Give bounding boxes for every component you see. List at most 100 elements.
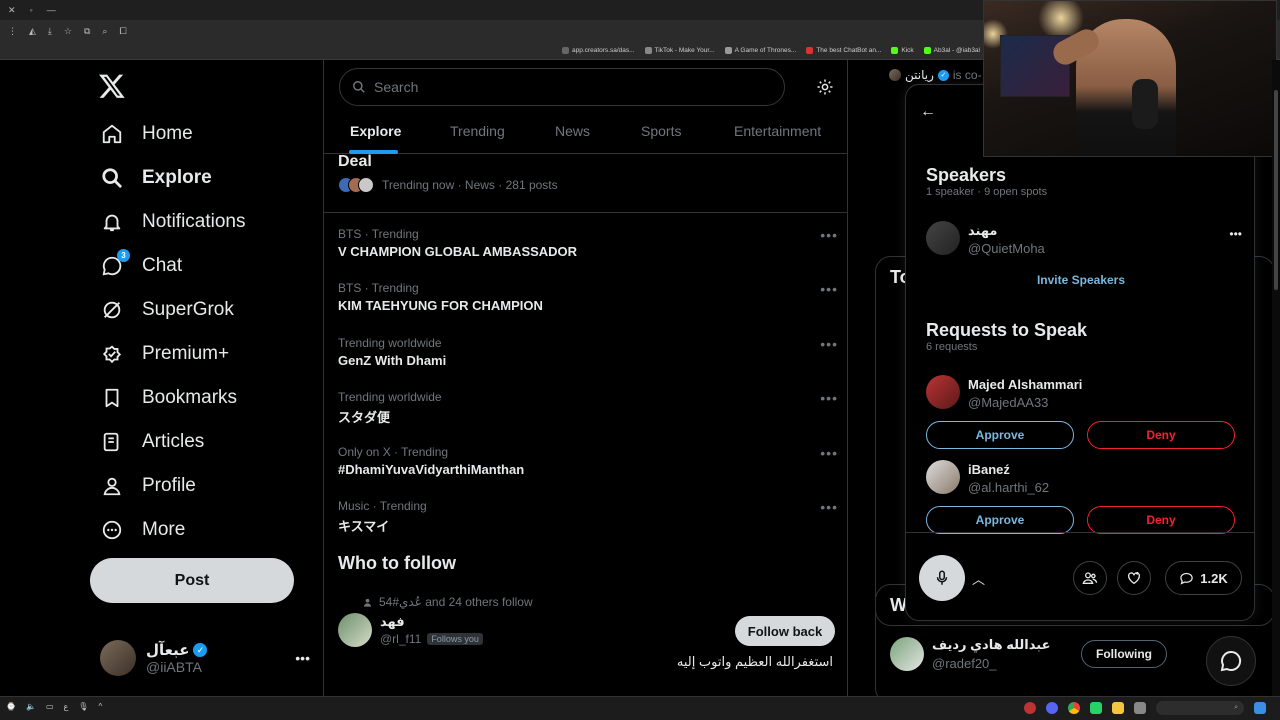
trend-item[interactable]: BTS · Trending KIM TAEHYUNG FOR CHAMPION… <box>338 281 838 313</box>
bookmark-item[interactable]: TikTok - Make Your... <box>644 47 715 54</box>
suggestion-bio: استغفرالله العظيم واتوب إليه <box>676 654 833 669</box>
discord-icon[interactable] <box>1046 702 1058 714</box>
volume-icon[interactable]: 🔈 <box>26 702 36 711</box>
deny-button[interactable]: Deny <box>1087 421 1235 449</box>
download-icon[interactable]: ⤓ <box>48 26 52 37</box>
nav-notifications[interactable]: Notifications <box>100 202 246 242</box>
bookmark-item[interactable]: The best ChatBot an... <box>806 47 881 54</box>
gear-icon[interactable] <box>816 78 834 96</box>
more-icon[interactable]: ••• <box>820 499 838 515</box>
bookmark-item[interactable]: app.creators.sa/das... <box>562 47 635 54</box>
more-icon[interactable]: ••• <box>820 281 838 297</box>
request-row: Majed Alshammari @MajedAA33 <box>926 375 1244 415</box>
more-icon[interactable]: ••• <box>820 445 838 461</box>
nav-chat[interactable]: 3 Chat <box>100 246 182 286</box>
approve-button[interactable]: Approve <box>926 421 1074 449</box>
more-icon[interactable]: ••• <box>820 390 838 406</box>
verified-icon: ✓ <box>193 643 208 657</box>
deny-button[interactable]: Deny <box>1087 506 1235 534</box>
tab-news[interactable]: News <box>555 123 590 139</box>
share-icon[interactable]: ⧉ <box>84 26 90 37</box>
browser-logo-icon[interactable]: ◭ <box>29 26 36 37</box>
more-icon[interactable]: ••• <box>820 227 838 243</box>
heart-plus-icon <box>1128 572 1140 585</box>
bookmark-item[interactable]: Kick <box>891 47 914 54</box>
start-icon[interactable] <box>1254 702 1266 714</box>
comments-button[interactable]: 1.2K <box>1165 561 1242 595</box>
article-icon <box>100 430 124 454</box>
keyboard-icon[interactable]: ع <box>64 702 69 711</box>
nav-premium[interactable]: Premium+ <box>100 334 229 374</box>
bookmark-item[interactable]: Ab3al - @iab3al <box>923 47 980 54</box>
nav-profile[interactable]: Profile <box>100 466 196 506</box>
more-icon[interactable]: ••• <box>820 336 838 352</box>
social-context-text: 54#عُدي and 24 others follow <box>379 595 533 609</box>
follow-card-name: عبدالله هادي رديف <box>932 637 1051 652</box>
tab-explore[interactable]: Explore <box>350 123 401 139</box>
tab-trending[interactable]: Trending <box>450 123 505 139</box>
restore-window-icon[interactable]: ◦ <box>30 5 33 15</box>
following-button[interactable]: Following <box>1081 640 1167 668</box>
person-icon <box>363 598 372 607</box>
trend-item[interactable]: Trending worldwide GenZ With Dhami ••• <box>338 336 838 368</box>
speaker-row[interactable]: مهند @QuietMoha ••• <box>926 221 1244 261</box>
deal-meta-text: Trending now · News · 281 posts <box>382 178 558 192</box>
nav-explore[interactable]: Explore <box>100 158 212 198</box>
search-input[interactable]: Search <box>339 68 785 106</box>
more-icon[interactable]: ••• <box>1229 227 1242 241</box>
invite-speakers-link[interactable]: Invite Speakers <box>906 273 1254 287</box>
avatar <box>926 375 960 409</box>
trend-item[interactable]: Music · Trending キスマイ ••• <box>338 499 838 535</box>
star-icon[interactable]: ☆ <box>64 26 72 37</box>
clock-icon[interactable]: ⌚ <box>6 702 16 711</box>
menu-dots-icon[interactable]: ⋮ <box>8 26 17 37</box>
post-button[interactable]: Post <box>90 558 294 603</box>
trend-meta: Trending worldwide <box>338 390 442 404</box>
trend-item[interactable]: BTS · Trending V CHAMPION GLOBAL AMBASSA… <box>338 227 838 259</box>
nav-supergrok[interactable]: SuperGrok <box>100 290 234 330</box>
nav-articles[interactable]: Articles <box>100 422 204 462</box>
bookmark-item[interactable]: A Game of Thrones... <box>724 47 796 54</box>
requester-handle: @al.harthi_62 <box>968 480 1050 495</box>
nav-bookmarks[interactable]: Bookmarks <box>100 378 237 418</box>
trend-item[interactable]: Only on X · Trending #DhamiYuvaVidyarthi… <box>338 445 838 477</box>
avatar <box>889 69 901 81</box>
chevron-up-icon[interactable]: ︿ <box>972 569 985 588</box>
app-icon[interactable] <box>1134 702 1146 714</box>
nav-more[interactable]: More <box>100 510 185 550</box>
tab-sports[interactable]: Sports <box>641 123 681 139</box>
back-arrow-icon[interactable]: ← <box>920 103 936 121</box>
account-more-icon[interactable]: ••• <box>295 650 310 666</box>
requests-subtext: 6 requests <box>926 341 978 353</box>
folder-icon[interactable] <box>1112 702 1124 714</box>
x-logo-icon[interactable] <box>98 72 126 100</box>
mic-tray-icon[interactable]: 🎙 <box>78 702 88 711</box>
people-button[interactable] <box>1073 561 1107 595</box>
comment-icon <box>1180 572 1194 585</box>
microphone-button[interactable] <box>919 555 965 601</box>
trend-item[interactable]: Trending worldwide スタダ便 ••• <box>338 390 838 426</box>
minimize-window-icon[interactable]: — <box>47 5 56 15</box>
follow-suggestion[interactable]: فهد @rl_f11 Follows you Follow back <box>338 613 838 653</box>
sidebar-user-row: ريانتن ✓ is co- <box>889 68 982 82</box>
close-window-icon[interactable]: ✕ <box>8 5 16 16</box>
notes-icon[interactable]: ▭ <box>46 702 54 711</box>
tab-entertainment[interactable]: Entertainment <box>734 123 821 139</box>
follow-back-button[interactable]: Follow back <box>735 616 835 646</box>
whatsapp-icon[interactable] <box>1090 702 1102 714</box>
suggestion-handle: @rl_f11 <box>380 632 422 646</box>
nav-home[interactable]: Home <box>100 114 193 154</box>
zoom-icon[interactable]: ⌕ <box>102 26 107 37</box>
extensions-icon[interactable]: ⧠ <box>119 26 126 37</box>
account-switcher[interactable]: عبعآل ✓ @iiABTA ••• <box>100 638 310 678</box>
chrome-icon[interactable] <box>1068 702 1080 714</box>
chat-fab-button[interactable] <box>1206 636 1256 686</box>
approve-button[interactable]: Approve <box>926 506 1074 534</box>
react-button[interactable] <box>1117 561 1151 595</box>
scrollbar-thumb[interactable] <box>1274 90 1278 290</box>
trend-title: GenZ With Dhami <box>338 353 447 368</box>
taskbar-search[interactable]: ⌕ <box>1156 701 1244 715</box>
trend-title[interactable]: Deal <box>338 153 372 171</box>
chevron-up-icon[interactable]: ^ <box>98 702 102 711</box>
recording-icon[interactable] <box>1024 702 1036 714</box>
